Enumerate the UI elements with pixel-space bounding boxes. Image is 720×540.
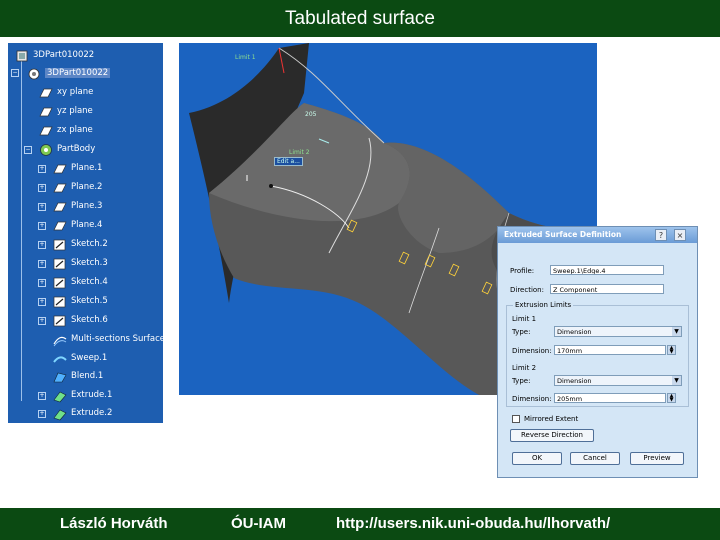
- extruded-surface-dialog[interactable]: Extruded Surface Definition ? × Profile:…: [497, 226, 698, 478]
- tree-expander[interactable]: +: [38, 165, 46, 173]
- sketch-icon: [53, 277, 66, 289]
- footer-bar: László Horváth ÓU-IAM http://users.nik.u…: [0, 508, 720, 540]
- plane-icon: [53, 202, 67, 212]
- tree-expander[interactable]: +: [38, 410, 46, 418]
- tree-item-plane-4[interactable]: Plane.4: [52, 219, 160, 233]
- limit-1-spinner[interactable]: ▲ ▼: [667, 345, 676, 355]
- limit-1-label: Limit 1: [235, 54, 256, 61]
- mirrored-extent-label: Mirrored Extent: [524, 415, 579, 423]
- limit-2-dimension-field[interactable]: 205mm: [554, 393, 666, 403]
- footer-url[interactable]: http://users.nik.uni-obuda.hu/lhorvath/: [336, 515, 610, 532]
- part-icon: [16, 50, 28, 62]
- tree-item-geometric-set[interactable]: 3DPart010022: [26, 67, 156, 81]
- tree-item-blend-1[interactable]: Blend.1: [52, 370, 160, 384]
- multi-section-icon: [53, 336, 67, 347]
- limit-2-dimension-label: Dimension:: [512, 395, 552, 403]
- tree-expander[interactable]: +: [38, 260, 46, 268]
- tree-item-zx-plane[interactable]: zx plane: [38, 124, 158, 138]
- chevron-down-icon: ▼: [672, 376, 681, 385]
- plane-icon: [39, 107, 53, 117]
- preview-button[interactable]: Preview: [630, 452, 684, 465]
- limit-2-type-select[interactable]: Dimension ▼: [554, 375, 682, 386]
- tree-item-sketch-5[interactable]: Sketch.5: [52, 295, 160, 309]
- limit-1-type-select[interactable]: Dimension ▼: [554, 326, 682, 337]
- sweep-icon: [53, 356, 67, 363]
- plane-icon: [53, 221, 67, 231]
- chevron-down-icon: ▼: [672, 327, 681, 336]
- tree-item-extrude-2[interactable]: Extrude.2: [52, 407, 160, 421]
- plane-icon: [53, 164, 67, 174]
- gear-icon: [28, 68, 40, 80]
- limit-1-type-label: Type:: [512, 328, 531, 336]
- tree-expander[interactable]: +: [38, 317, 46, 325]
- extrude-icon: [53, 391, 67, 403]
- tree-connector: [21, 61, 22, 401]
- tree-expander[interactable]: −: [24, 146, 32, 154]
- sketch-icon: [53, 258, 66, 270]
- tree-item-sketch-6[interactable]: Sketch.6: [52, 314, 160, 328]
- mirrored-extent-checkbox[interactable]: [512, 415, 520, 423]
- sketch-icon: [53, 296, 66, 308]
- direction-field[interactable]: Z Component: [550, 284, 664, 294]
- reverse-direction-button[interactable]: Reverse Direction: [510, 429, 594, 442]
- tree-expander[interactable]: +: [38, 279, 46, 287]
- tree-item-sketch-2[interactable]: Sketch.2: [52, 238, 160, 252]
- limit-2-label: Limit 2: [289, 149, 310, 156]
- ok-button[interactable]: OK: [512, 452, 562, 465]
- tree-item-multi-sections-surface[interactable]: Multi-sections Surface.1: [52, 333, 163, 347]
- slide-title: Tabulated surface: [0, 0, 720, 37]
- help-button[interactable]: ?: [655, 229, 667, 241]
- limit-2-spinner[interactable]: ▲ ▼: [667, 393, 676, 403]
- tree-expander[interactable]: +: [38, 203, 46, 211]
- footer-org: ÓU-IAM: [231, 515, 286, 532]
- tree-item-sketch-4[interactable]: Sketch.4: [52, 276, 160, 290]
- tree-item-extrude-1[interactable]: Extrude.1: [52, 389, 160, 403]
- dialog-title: Extruded Surface Definition: [498, 227, 697, 243]
- tree-expander[interactable]: +: [38, 298, 46, 306]
- tree-item-sketch-3[interactable]: Sketch.3: [52, 257, 160, 271]
- tree-expander[interactable]: −: [11, 69, 19, 77]
- profile-label: Profile:: [510, 267, 535, 275]
- limit-2-type-label: Type:: [512, 377, 531, 385]
- tree-expander[interactable]: +: [38, 184, 46, 192]
- tree-item-plane-1[interactable]: Plane.1: [52, 162, 160, 176]
- dimension-label-1: 205: [305, 111, 317, 118]
- blend-icon: [53, 372, 67, 383]
- specification-tree[interactable]: 3DPart010022 − 3DPart010022 xy plane yz …: [8, 43, 163, 423]
- tree-item-plane-2[interactable]: Plane.2: [52, 181, 160, 195]
- tree-expander[interactable]: +: [38, 222, 46, 230]
- limit-1-dimension-field[interactable]: 170mm: [554, 345, 666, 355]
- plane-icon: [39, 126, 53, 136]
- sketch-icon: [53, 315, 66, 327]
- tree-item-root[interactable]: 3DPart010022: [14, 49, 159, 63]
- limit-1-dimension-label: Dimension:: [512, 347, 552, 355]
- tree-item-partbody[interactable]: PartBody: [38, 143, 158, 157]
- sketch-icon: [53, 239, 66, 251]
- close-button[interactable]: ×: [674, 229, 686, 241]
- tree-item-xy-plane[interactable]: xy plane: [38, 86, 158, 100]
- extrusion-limits-title: Extrusion Limits: [513, 301, 574, 309]
- tree-expander[interactable]: +: [38, 241, 46, 249]
- body-gear-icon: [40, 144, 52, 156]
- extrude-icon: [53, 409, 67, 421]
- limit-2-heading: Limit 2: [512, 364, 537, 372]
- tree-item-plane-3[interactable]: Plane.3: [52, 200, 160, 214]
- tree-item-sweep-1[interactable]: Sweep.1: [52, 352, 160, 366]
- cancel-button[interactable]: Cancel: [570, 452, 620, 465]
- plane-icon: [39, 88, 53, 98]
- footer-author: László Horváth: [60, 515, 168, 532]
- plane-icon: [53, 183, 67, 193]
- tree-item-yz-plane[interactable]: yz plane: [38, 105, 158, 119]
- direction-label: Direction:: [510, 286, 544, 294]
- profile-field[interactable]: Sweep.1\Edge.4: [550, 265, 664, 275]
- tree-expander[interactable]: +: [38, 392, 46, 400]
- edit-tag[interactable]: Edit a...: [274, 157, 303, 166]
- limit-1-heading: Limit 1: [512, 315, 537, 323]
